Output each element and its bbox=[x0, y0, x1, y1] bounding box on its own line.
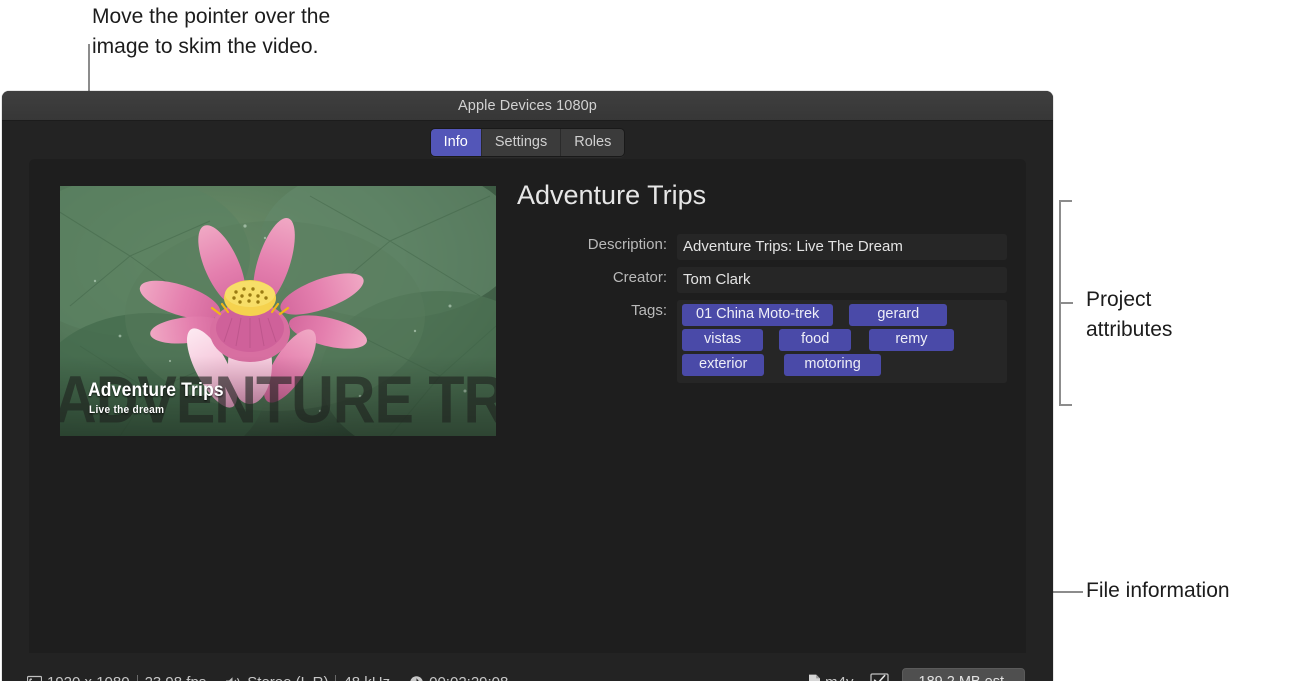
callout-skim-video: Move the pointer over the image to skim … bbox=[92, 5, 331, 58]
tags-line-3: exterior motoring bbox=[682, 353, 1002, 378]
media-properties: 1920 x 1080 23.98 fps Stereo (L R) 48 kH… bbox=[2, 674, 508, 681]
creator-label: Creator: bbox=[612, 269, 667, 286]
window-titlebar: Apple Devices 1080p bbox=[2, 91, 1053, 121]
project-attributes: Adventure Trips Description: Adventure T… bbox=[517, 179, 1007, 390]
tag-token[interactable]: gerard bbox=[849, 304, 948, 326]
file-information-bar: 1920 x 1080 23.98 fps Stereo (L R) 48 kH… bbox=[2, 653, 1053, 681]
description-label: Description: bbox=[587, 236, 667, 253]
video-preview-thumbnail[interactable]: ADVENTURE TRIPS Adventure Trips Live the… bbox=[60, 186, 496, 436]
file-type-item: .m4v bbox=[808, 674, 854, 681]
duration-item: 00:02:29:08 bbox=[409, 674, 508, 681]
creator-field[interactable]: Tom Clark bbox=[677, 267, 1007, 293]
clock-icon bbox=[410, 675, 423, 681]
document-icon bbox=[809, 674, 821, 681]
audio-channels-value: Stereo (L R) bbox=[247, 674, 328, 681]
sample-rate-value: 48 kHz bbox=[343, 674, 390, 681]
creator-row: Creator: Tom Clark bbox=[517, 267, 1007, 293]
frame-rate-value: 23.98 fps bbox=[145, 674, 207, 681]
window-title: Apple Devices 1080p bbox=[458, 97, 597, 114]
callout-project-attributes: Project attributes bbox=[1086, 288, 1173, 341]
callout-leader-line-file-information bbox=[1053, 591, 1083, 593]
thumbnail-lower-third: Adventure Trips Live the dream bbox=[60, 374, 496, 436]
project-title: Adventure Trips bbox=[517, 180, 707, 210]
tags-field[interactable]: 01 China Moto-trek gerard vistas food re… bbox=[677, 300, 1007, 383]
resolution-item: 1920 x 1080 bbox=[27, 674, 130, 681]
tag-token[interactable]: motoring bbox=[784, 354, 881, 376]
tag-token[interactable]: 01 China Moto-trek bbox=[682, 304, 834, 326]
file-extension-value: .m4v bbox=[821, 674, 854, 681]
resolution-value: 1920 x 1080 bbox=[47, 674, 130, 681]
callout-file-information: File information bbox=[1086, 579, 1230, 602]
description-row: Description: Adventure Trips: Live The D… bbox=[517, 234, 1007, 260]
estimated-size-button[interactable]: 189.2 MB est. bbox=[901, 667, 1025, 681]
lower-third-subtitle: Live the dream bbox=[89, 404, 165, 416]
tag-token[interactable]: remy bbox=[869, 329, 954, 351]
segmented-control: Info Settings Roles bbox=[429, 127, 626, 157]
tag-token[interactable]: exterior bbox=[682, 354, 765, 376]
tab-info[interactable]: Info bbox=[430, 128, 482, 156]
tags-row: Tags: 01 China Moto-trek gerard vistas f… bbox=[517, 300, 1007, 383]
output-properties: .m4v 189.2 MB est. bbox=[808, 667, 1053, 681]
callout-bracket-tick-project-attributes bbox=[1059, 302, 1073, 304]
divider bbox=[335, 674, 337, 681]
duration-value: 00:02:29:08 bbox=[429, 674, 508, 681]
description-field[interactable]: Adventure Trips: Live The Dream bbox=[677, 234, 1007, 260]
lower-third-title: Adventure Trips bbox=[88, 380, 224, 401]
tags-line-1: 01 China Moto-trek gerard bbox=[682, 303, 1002, 328]
audio-item: Stereo (L R) bbox=[225, 674, 328, 681]
screenshot-root: Move the pointer over the image to skim … bbox=[0, 0, 1301, 681]
export-window: Apple Devices 1080p Info Settings Roles bbox=[2, 91, 1053, 681]
speaker-icon bbox=[226, 676, 240, 681]
tag-token[interactable]: vistas bbox=[682, 329, 764, 351]
frame-size-icon bbox=[27, 675, 42, 681]
info-panel: ADVENTURE TRIPS Adventure Trips Live the… bbox=[29, 159, 1026, 653]
tags-label: Tags: bbox=[631, 302, 667, 319]
tags-line-2: vistas food remy bbox=[682, 328, 1002, 353]
tag-token[interactable]: food bbox=[779, 329, 852, 351]
tab-settings[interactable]: Settings bbox=[481, 128, 562, 156]
tab-roles[interactable]: Roles bbox=[561, 128, 625, 156]
display-check-icon[interactable] bbox=[869, 673, 889, 681]
tab-bar: Info Settings Roles bbox=[2, 121, 1053, 161]
divider bbox=[136, 674, 138, 681]
